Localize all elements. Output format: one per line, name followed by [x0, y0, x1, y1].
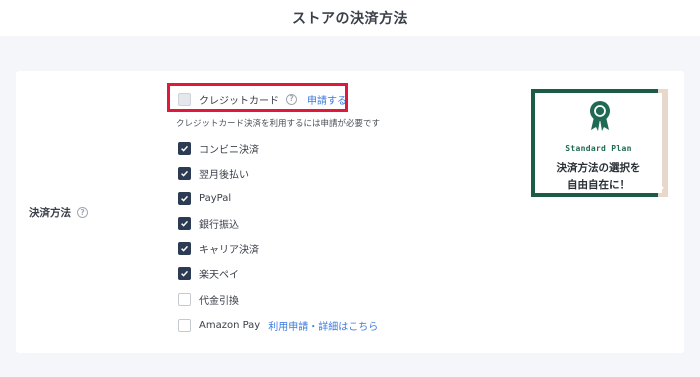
option-label: Amazon Pay [199, 319, 261, 331]
option-paypal[interactable]: PayPal [178, 190, 231, 206]
checkbox-checked[interactable] [178, 266, 191, 280]
option-convenience-store[interactable]: コンビニ決済 [178, 140, 259, 156]
arrow-right-icon[interactable]: → [654, 183, 666, 195]
standard-plan-banner[interactable]: Standard Plan 決済方法の選択を 自由自在に！ → [531, 89, 668, 197]
banner-headline-1: 決済方法の選択を [556, 162, 641, 174]
banner-content: Standard Plan 決済方法の選択を 自由自在に！ [535, 93, 662, 193]
option-amazon-pay[interactable]: Amazon Pay 利用申請・詳細はこちら [178, 317, 378, 333]
page-title: ストアの決済方法 [292, 11, 408, 27]
option-label: 楽天ペイ [199, 269, 239, 281]
ribbon-badge-icon [590, 101, 610, 131]
field-label-payment: 決済方法 ? [29, 205, 88, 220]
checkbox-unchecked[interactable] [178, 318, 191, 332]
check-icon [181, 220, 189, 227]
option-label: 代金引換 [199, 295, 239, 307]
option-label: PayPal [199, 192, 232, 204]
option-label: キャリア決済 [199, 244, 259, 256]
checkbox-checked[interactable] [178, 191, 191, 205]
check-icon [181, 145, 189, 152]
check-icon [181, 195, 189, 202]
checkbox-checked[interactable] [178, 216, 191, 230]
option-rakuten-pay[interactable]: 楽天ペイ [178, 265, 239, 281]
help-icon[interactable]: ? [77, 207, 88, 218]
amazon-pay-details-link[interactable]: 利用申請・詳細はこちら [268, 318, 378, 333]
option-cash-on-delivery[interactable]: 代金引換 [178, 291, 239, 307]
checkbox-unchecked[interactable] [178, 292, 191, 306]
checkbox-checked[interactable] [178, 166, 191, 180]
credit-note: クレジットカード決済を利用するには申請が必要です [176, 119, 381, 129]
checkbox-checked[interactable] [178, 241, 191, 255]
option-bank-transfer[interactable]: 銀行振込 [178, 215, 239, 231]
option-label: 翌月後払い [199, 169, 249, 181]
banner-headline-2: 自由自在に！ [567, 179, 630, 191]
option-carrier-billing[interactable]: キャリア決済 [178, 240, 259, 256]
check-icon [181, 270, 189, 277]
option-label: 銀行振込 [199, 219, 239, 231]
plan-name: Standard Plan [565, 144, 632, 153]
page-header: ストアの決済方法 [0, 0, 700, 36]
option-deferred-payment[interactable]: 翌月後払い [178, 165, 249, 181]
check-icon [181, 245, 189, 252]
field-label-text: 決済方法 [29, 207, 71, 219]
highlight-frame [167, 83, 348, 112]
option-label: コンビニ決済 [199, 144, 259, 156]
checkbox-checked[interactable] [178, 141, 191, 155]
check-icon [181, 170, 189, 177]
